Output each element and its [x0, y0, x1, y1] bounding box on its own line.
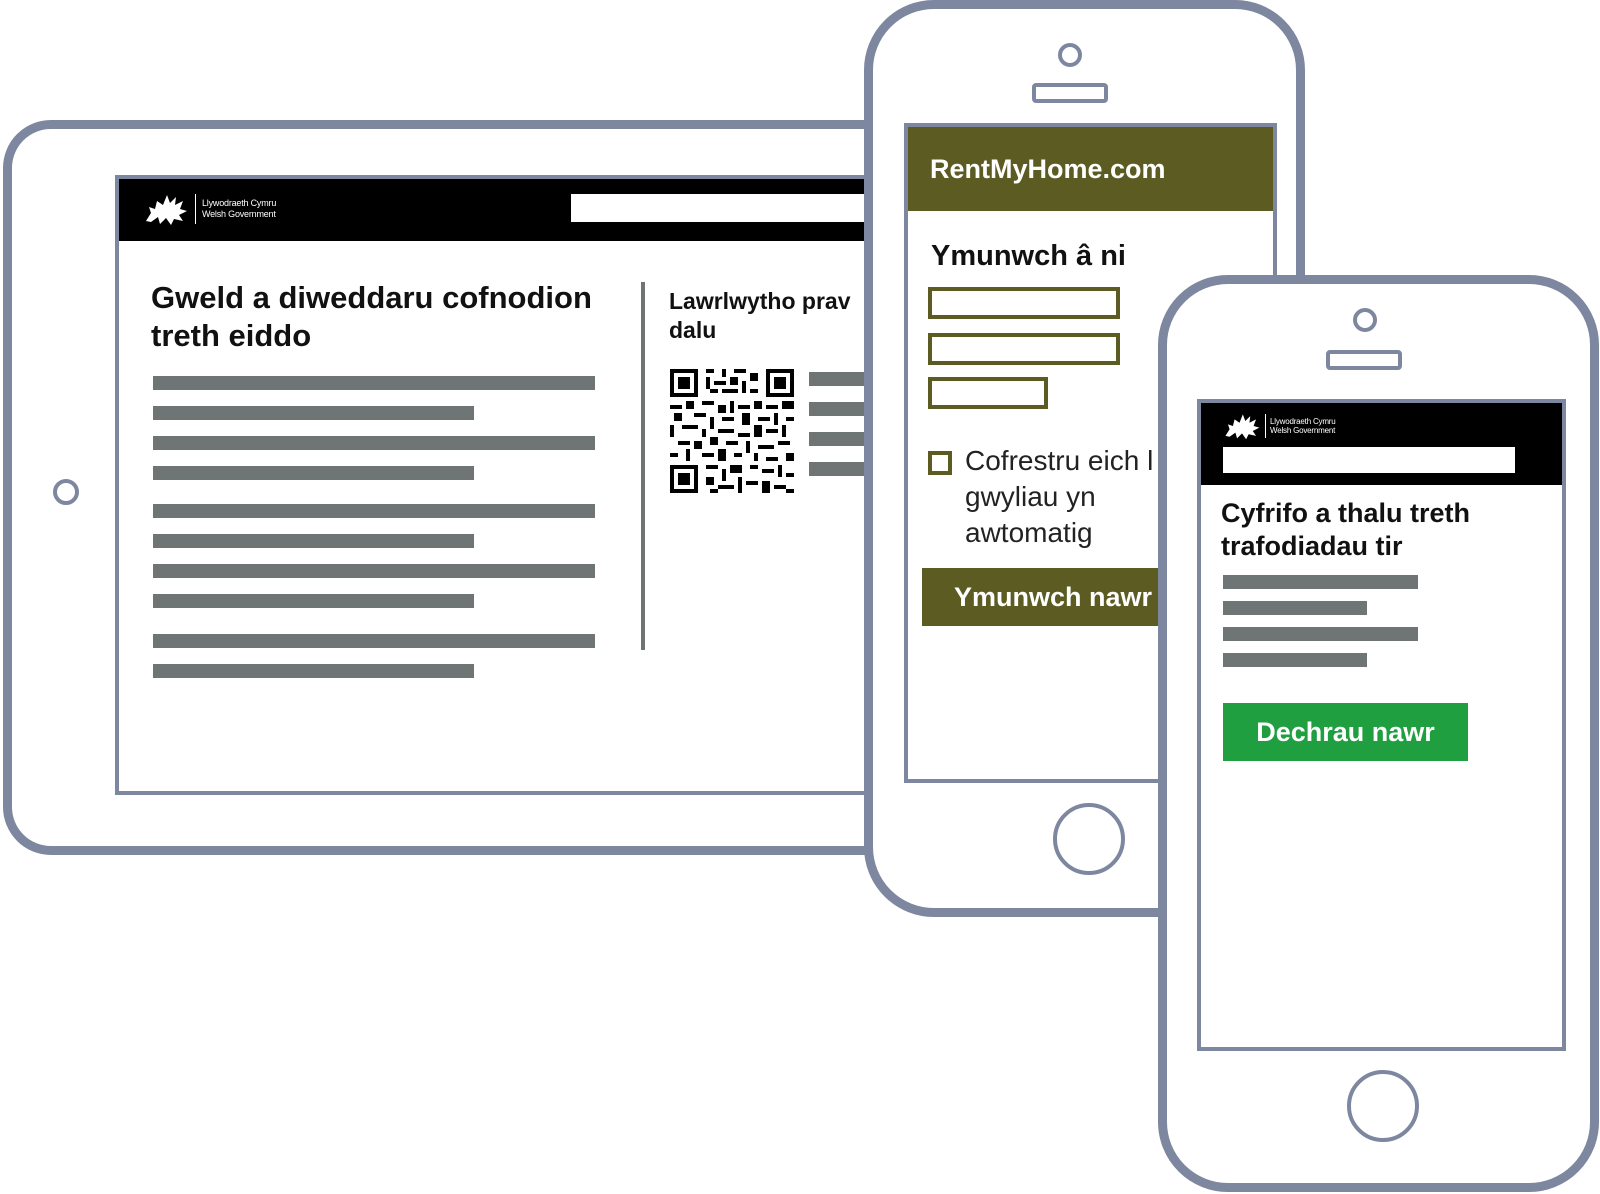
text-line	[153, 534, 474, 548]
logo-separator	[195, 194, 196, 224]
text-line	[1223, 575, 1418, 589]
page-title: Cyfrifo a thalu treth trafodiadau tir	[1221, 498, 1471, 561]
signup-field[interactable]	[928, 377, 1048, 409]
auto-register-checkbox[interactable]	[928, 451, 952, 475]
text-line	[153, 504, 595, 518]
text-line	[1223, 653, 1367, 667]
text-line	[1223, 601, 1367, 615]
text-line	[153, 376, 595, 390]
text-line	[153, 406, 474, 420]
gov-header-bar: Llywodraeth Cymru Welsh Government	[1201, 403, 1562, 485]
text-line	[153, 594, 474, 608]
logo-separator	[1265, 414, 1266, 438]
text-line	[153, 564, 595, 578]
home-button[interactable]	[1347, 1070, 1419, 1142]
welsh-government-logo[interactable]: Llywodraeth Cymru Welsh Government	[143, 191, 276, 227]
form-heading: Ymunwch â ni	[931, 240, 1126, 272]
phone-screen: Llywodraeth Cymru Welsh Government Cyfri…	[1197, 399, 1566, 1051]
home-button[interactable]	[1053, 803, 1125, 875]
search-input[interactable]	[1223, 447, 1515, 473]
text-line	[153, 634, 595, 648]
tablet-home-indicator[interactable]	[53, 479, 79, 505]
brand-welsh-name: Llywodraeth Cymru	[202, 198, 277, 208]
text-line	[153, 436, 595, 450]
speaker-grille	[1326, 350, 1402, 370]
camera-icon	[1058, 43, 1082, 67]
welsh-government-logo[interactable]: Llywodraeth Cymru Welsh Government	[1223, 411, 1336, 441]
speaker-grille	[1032, 83, 1108, 103]
site-name[interactable]: RentMyHome.com	[930, 154, 1166, 185]
text-line	[153, 664, 474, 678]
camera-icon	[1353, 308, 1377, 332]
site-header-bar: RentMyHome.com	[908, 127, 1273, 211]
dragon-icon	[146, 195, 187, 225]
tablet-device: Llywodraeth Cymru Welsh Government Gweld…	[3, 120, 1015, 855]
brand-welsh-name: Llywodraeth Cymru	[1270, 417, 1336, 426]
text-line	[153, 466, 474, 480]
qr-code-icon	[670, 369, 794, 493]
column-divider	[641, 282, 645, 650]
page-title: Gweld a diweddaru cofnodion treth eiddo	[151, 280, 592, 353]
brand-english-name: Welsh Government	[202, 209, 276, 219]
brand-english-name: Welsh Government	[1270, 426, 1336, 435]
dragon-icon	[1225, 414, 1260, 440]
start-now-button[interactable]: Dechrau nawr	[1223, 703, 1468, 761]
signup-field[interactable]	[928, 333, 1120, 365]
phone-device-welsh-government: Llywodraeth Cymru Welsh Government Cyfri…	[1158, 275, 1599, 1192]
text-line	[1223, 627, 1418, 641]
signup-field[interactable]	[928, 287, 1120, 319]
